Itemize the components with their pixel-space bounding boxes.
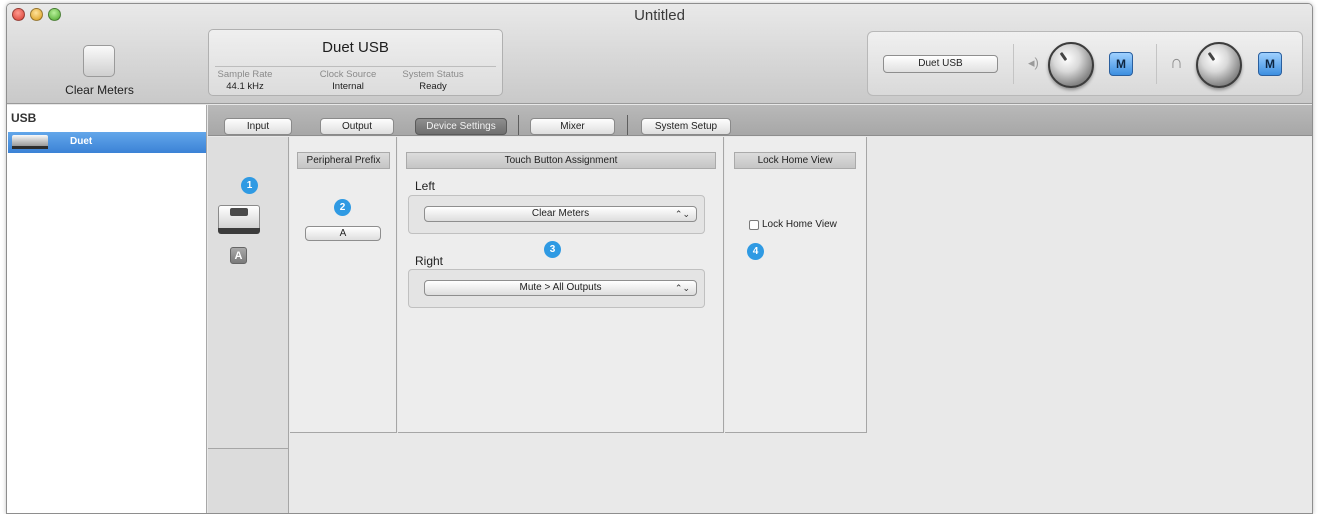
sidebar-item-label: Duet [70, 136, 93, 147]
lock-home-view-heading: Lock Home View [734, 152, 856, 169]
speaker-icon: ◂) [1028, 55, 1039, 70]
right-label: Right [415, 254, 444, 268]
system-status-stat: System Status Ready [393, 69, 473, 92]
headphones-icon: ∩ [1170, 52, 1183, 72]
select-value: Clear Meters [531, 208, 590, 219]
device-sidebar: USB Duet [7, 105, 207, 513]
right-assignment-select[interactable]: Mute > All Outputs ⌃⌄ [424, 280, 697, 296]
tab-system-setup[interactable]: System Setup [641, 118, 731, 135]
left-assignment-group: Clear Meters ⌃⌄ [408, 195, 705, 234]
touch-assignment-heading: Touch Button Assignment [406, 152, 716, 169]
device-column: 1 A [208, 137, 289, 449]
select-value: Mute > All Outputs [519, 282, 602, 293]
select-arrows-icon: ⌃⌄ [674, 283, 690, 293]
peripheral-prefix-heading: Peripheral Prefix [297, 152, 390, 169]
stat-label: Clock Source [319, 69, 377, 80]
tab-mixer[interactable]: Mixer [530, 118, 615, 135]
peripheral-prefix-button[interactable]: A [305, 226, 381, 241]
divider [215, 66, 496, 67]
callout-badge-4: 4 [747, 243, 764, 260]
divider [518, 115, 519, 135]
touch-assignment-column: Touch Button Assignment Left Clear Meter… [398, 137, 724, 433]
device-screen [230, 208, 248, 216]
app-window: Untitled Clear Meters Duet USB Sample Ra… [6, 3, 1313, 514]
checkbox-label: Lock Home View [762, 219, 837, 230]
toolbar: Untitled Clear Meters Duet USB Sample Ra… [7, 4, 1312, 104]
tab-bar: Input Output Device Settings Mixer Syste… [208, 105, 1312, 136]
headphone-volume-knob[interactable] [1196, 42, 1242, 88]
device-select-button[interactable]: Duet USB [883, 55, 998, 73]
device-base [218, 228, 260, 234]
sample-rate-stat: Sample Rate 44.1 kHz [205, 69, 285, 92]
clock-source-stat: Clock Source Internal [308, 69, 388, 92]
divider [627, 115, 628, 135]
sidebar-item-duet[interactable]: Duet [8, 132, 206, 153]
device-name: Duet USB [322, 39, 389, 56]
checkbox-box[interactable] [749, 219, 759, 230]
right-assignment-group: Mute > All Outputs ⌃⌄ [408, 269, 705, 308]
peripheral-prefix-column: Peripheral Prefix 2 A [290, 137, 397, 433]
lock-home-view-checkbox[interactable]: Lock Home View [749, 219, 837, 230]
sidebar-heading: USB [11, 111, 37, 125]
clear-meters-button[interactable] [83, 45, 115, 77]
output-control-panel: Duet USB ◂) M ∩ M [867, 31, 1303, 96]
stat-value: 44.1 kHz [226, 81, 264, 92]
device-column-footer [208, 449, 289, 513]
left-assignment-select[interactable]: Clear Meters ⌃⌄ [424, 206, 697, 222]
clear-meters-label: Clear Meters [65, 83, 134, 97]
callout-badge-2: 2 [334, 199, 351, 216]
stat-label: Sample Rate [217, 69, 273, 80]
divider [1156, 44, 1157, 84]
tab-device-settings[interactable]: Device Settings [415, 118, 507, 135]
duet-device-icon [218, 205, 260, 234]
divider [1013, 44, 1014, 84]
speaker-mute-button[interactable]: M [1109, 52, 1133, 76]
prefix-a-icon: A [230, 247, 247, 264]
window-title: Untitled [634, 7, 685, 24]
callout-badge-3: 3 [544, 241, 561, 258]
callout-badge-1: 1 [241, 177, 258, 194]
stat-value: Ready [419, 81, 447, 92]
speaker-volume-knob[interactable] [1048, 42, 1094, 88]
left-label: Left [415, 179, 436, 193]
tab-output[interactable]: Output [320, 118, 394, 135]
headphone-mute-button[interactable]: M [1258, 52, 1282, 76]
lock-home-view-column: Lock Home View Lock Home View 4 [725, 137, 867, 433]
stat-label: System Status [402, 69, 464, 80]
device-settings-content: 1 A Peripheral Prefix 2 A Touch Button A… [208, 137, 1312, 513]
select-arrows-icon: ⌃⌄ [674, 209, 690, 219]
device-status-panel: Duet USB Sample Rate 44.1 kHz Clock Sour… [208, 29, 503, 96]
tab-input[interactable]: Input [224, 118, 292, 135]
duet-device-icon [12, 135, 48, 149]
stat-value: Internal [332, 81, 364, 92]
